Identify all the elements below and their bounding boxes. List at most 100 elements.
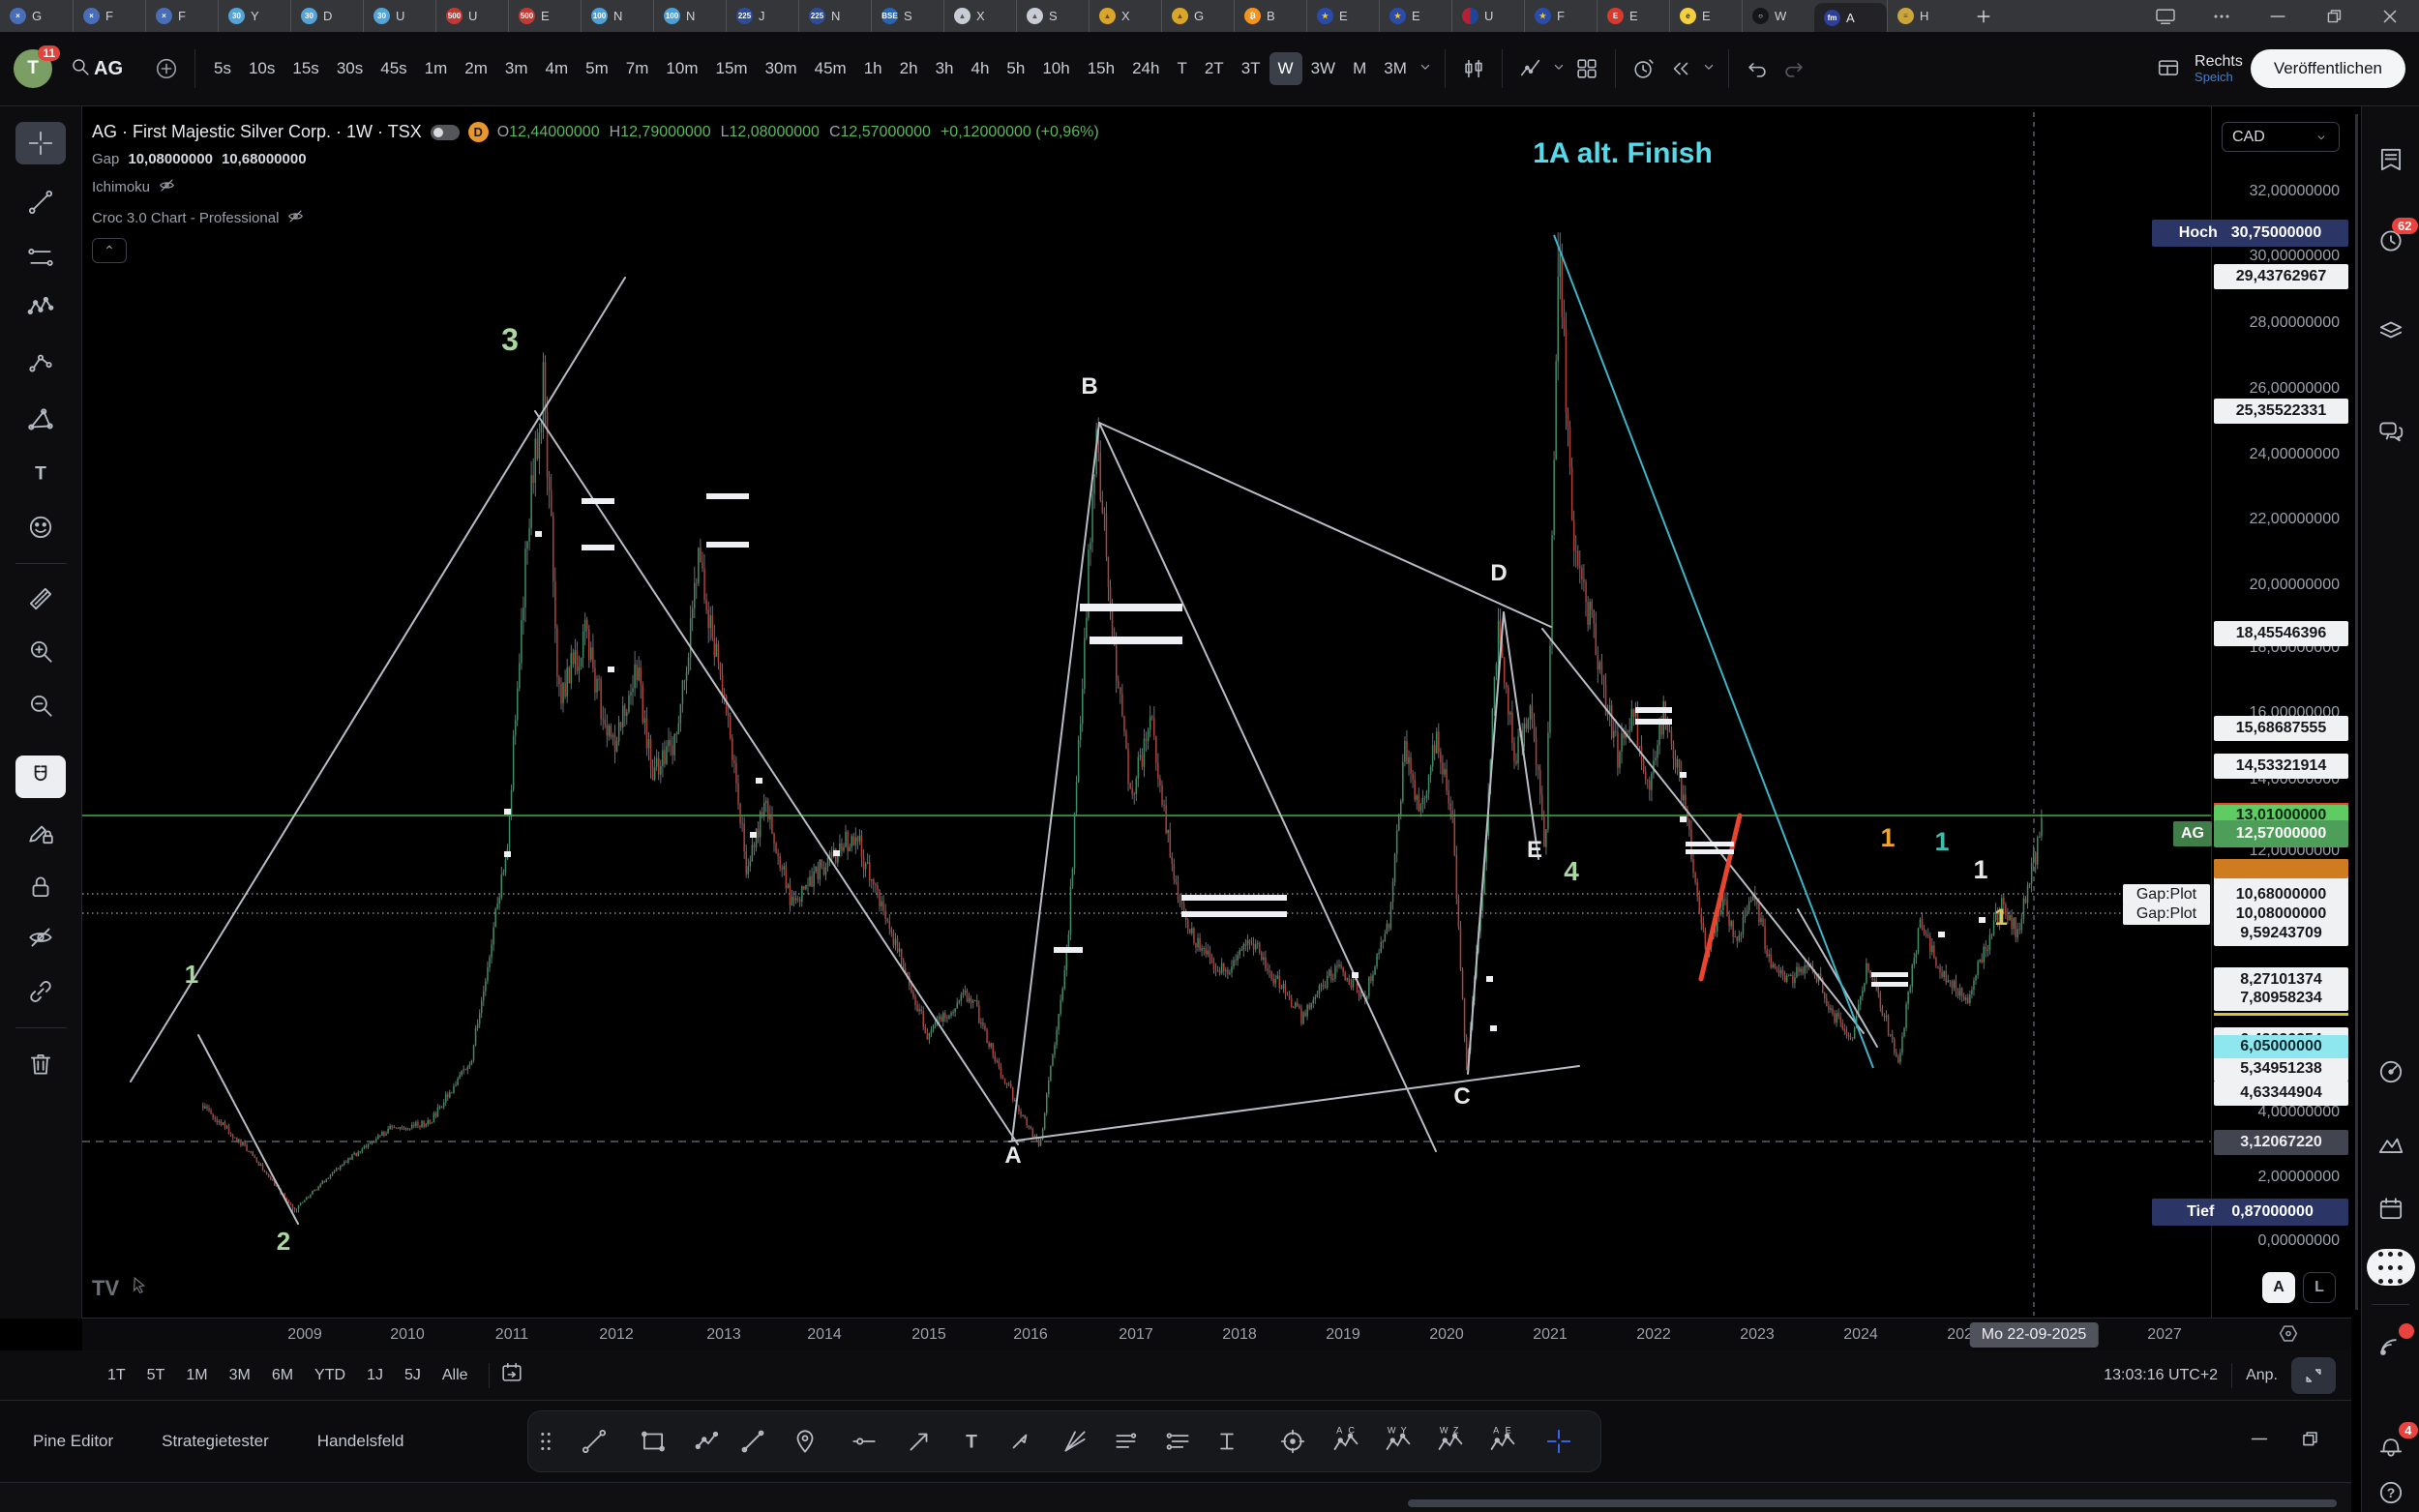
range-Alle[interactable]: Alle	[432, 1361, 479, 1390]
tool-zoomout[interactable]	[15, 684, 66, 726]
panel-tab-0[interactable]: Pine Editor	[17, 1422, 129, 1461]
range-3M[interactable]: 3M	[219, 1361, 261, 1390]
draw-tool-grip[interactable]	[531, 1427, 560, 1456]
draw-tool-pattern-AC[interactable]: AC	[1330, 1426, 1361, 1457]
tool-eyeoff[interactable]	[15, 916, 66, 959]
draw-tool-hmarker[interactable]	[850, 1427, 879, 1456]
horizontal-scrollbar[interactable]	[1408, 1499, 2337, 1507]
currency-select[interactable]: CAD	[2222, 122, 2340, 152]
apps-grid-icon	[2367, 1249, 2415, 1286]
draw-tool-pin[interactable]	[791, 1427, 820, 1456]
range-6M[interactable]: 6M	[261, 1361, 304, 1390]
tool-ruler[interactable]	[15, 578, 66, 620]
link-icon	[26, 977, 55, 1006]
sidebar-gauge-button[interactable]	[2376, 1057, 2405, 1086]
tool-forecast[interactable]	[15, 341, 66, 384]
tool-fib[interactable]	[15, 236, 66, 279]
draw-tool-zigzag[interactable]	[694, 1427, 723, 1456]
sidebar-help-button[interactable]: ?	[2376, 1478, 2405, 1507]
symbol-title[interactable]: AG · First Majestic Silver Corp. · 1W · …	[92, 122, 422, 142]
tool-link[interactable]	[15, 970, 66, 1013]
panel-minimize-button[interactable]	[2247, 1427, 2272, 1457]
svg-text:1A alt. Finish: 1A alt. Finish	[1533, 137, 1713, 169]
crosshair-date-badge: Mo 22-09-2025	[1970, 1322, 2099, 1348]
divider	[2372, 1304, 2409, 1305]
indicator-ichimoku-label[interactable]: Ichimoku	[92, 179, 150, 195]
apps-menu-button[interactable]	[2367, 1249, 2415, 1286]
tool-trend[interactable]	[15, 181, 66, 223]
sidebar-layers-button[interactable]	[2376, 315, 2405, 344]
gauge-icon	[2376, 1057, 2405, 1086]
draw-tool-pattern-AE[interactable]: AE	[1487, 1426, 1518, 1457]
draw-tool-steps2[interactable]	[1164, 1427, 1193, 1456]
collapse-legend-button[interactable]: ⌃	[92, 238, 127, 263]
draw-tool-arrow[interactable]	[905, 1427, 934, 1456]
scale-scrollbar[interactable]	[2355, 114, 2358, 1310]
adjust-button[interactable]	[2291, 1357, 2336, 1394]
sidebar-watchlist-button[interactable]	[2376, 145, 2405, 174]
draw-tool-trend[interactable]	[580, 1427, 609, 1456]
range-5J[interactable]: 5J	[394, 1361, 432, 1390]
range-1T[interactable]: 1T	[97, 1361, 136, 1390]
svg-text:A: A	[1336, 1426, 1343, 1435]
panel-tab-2[interactable]: Handelsfeld	[302, 1422, 420, 1461]
indicator-croc-label[interactable]: Croc 3.0 Chart - Professional	[92, 210, 279, 226]
panel-tab-1[interactable]: Strategietester	[146, 1422, 284, 1461]
svg-text:?: ?	[2386, 1485, 2395, 1500]
auto-scale-label[interactable]: Anp.	[2246, 1367, 2278, 1384]
draw-tool-crosshair[interactable]	[1544, 1427, 1573, 1456]
draw-tool-target[interactable]	[1278, 1427, 1307, 1456]
go-to-date-icon[interactable]	[499, 1360, 524, 1390]
tool-zoomin[interactable]	[15, 630, 66, 672]
tool-text[interactable]: T	[15, 452, 66, 494]
range-1J[interactable]: 1J	[356, 1361, 394, 1390]
visibility-toggle[interactable]	[431, 125, 460, 140]
draw-tool-steps[interactable]	[1112, 1427, 1141, 1456]
range-1M[interactable]: 1M	[175, 1361, 218, 1390]
sidebar-alerts-button[interactable]: 62	[2376, 226, 2405, 255]
tool-crosshair[interactable]	[15, 122, 66, 164]
tool-pencillock[interactable]	[15, 812, 66, 854]
tool-lock[interactable]	[15, 866, 66, 908]
eye-off-icon[interactable]	[158, 176, 176, 198]
pencillock-icon	[26, 818, 55, 847]
svg-text:E: E	[1506, 1426, 1511, 1435]
time-axis[interactable]: 2009201020112012201320142015201620172018…	[82, 1318, 2351, 1350]
axis-settings-icon[interactable]	[2276, 1321, 2301, 1351]
watchlist-icon	[2376, 145, 2405, 174]
plot-area[interactable]: 1A alt. Finish312ABCDE41111	[82, 112, 2211, 1316]
plot-price-badge: 14,53321914	[2214, 754, 2348, 779]
tool-shape[interactable]	[15, 399, 66, 441]
tool-magnet[interactable]	[15, 756, 66, 798]
tool-xabcd[interactable]	[15, 285, 66, 328]
sidebar-bell-button[interactable]: 4	[2376, 1431, 2405, 1460]
panel-maximize-button[interactable]	[2297, 1427, 2322, 1457]
draw-tool-pattern-WY[interactable]: WY	[1383, 1426, 1414, 1457]
draw-tool-arrowmark[interactable]	[1005, 1427, 1034, 1456]
range-YTD[interactable]: YTD	[304, 1361, 356, 1390]
eye-off-icon[interactable]	[286, 207, 305, 229]
sidebar-chat-button[interactable]	[2376, 417, 2405, 446]
magnet-icon	[26, 762, 55, 791]
gap-indicator-label[interactable]: Gap	[92, 151, 119, 167]
range-5T[interactable]: 5T	[136, 1361, 176, 1390]
clock[interactable]: 13:03:16 UTC+2	[2104, 1367, 2218, 1384]
year-label: 2020	[1429, 1326, 1464, 1344]
draw-tool-text[interactable]: T	[957, 1427, 986, 1456]
log-mode-button[interactable]: L	[2303, 1272, 2336, 1303]
sidebar-streams-button[interactable]	[2376, 1330, 2405, 1359]
sidebar-calendar-button[interactable]	[2376, 1195, 2405, 1224]
tool-emoji[interactable]	[15, 506, 66, 548]
year-label: 2013	[706, 1326, 741, 1344]
draw-tool-ibeam[interactable]	[1212, 1427, 1241, 1456]
draw-tool-rect[interactable]	[639, 1427, 668, 1456]
tool-trash[interactable]	[15, 1043, 66, 1085]
interval-badge[interactable]: D	[468, 122, 489, 142]
draw-tool-line[interactable]	[738, 1427, 767, 1456]
sidebar-ideas-button[interactable]	[2376, 1130, 2405, 1159]
draw-tool-fan[interactable]	[1060, 1427, 1090, 1456]
xabcd-icon	[26, 292, 55, 321]
price-scale[interactable]: 32,0000000030,0000000028,0000000026,0000…	[2211, 106, 2351, 1318]
auto-mode-button[interactable]: A	[2262, 1272, 2295, 1303]
draw-tool-pattern-WZ[interactable]: WZ	[1435, 1426, 1466, 1457]
